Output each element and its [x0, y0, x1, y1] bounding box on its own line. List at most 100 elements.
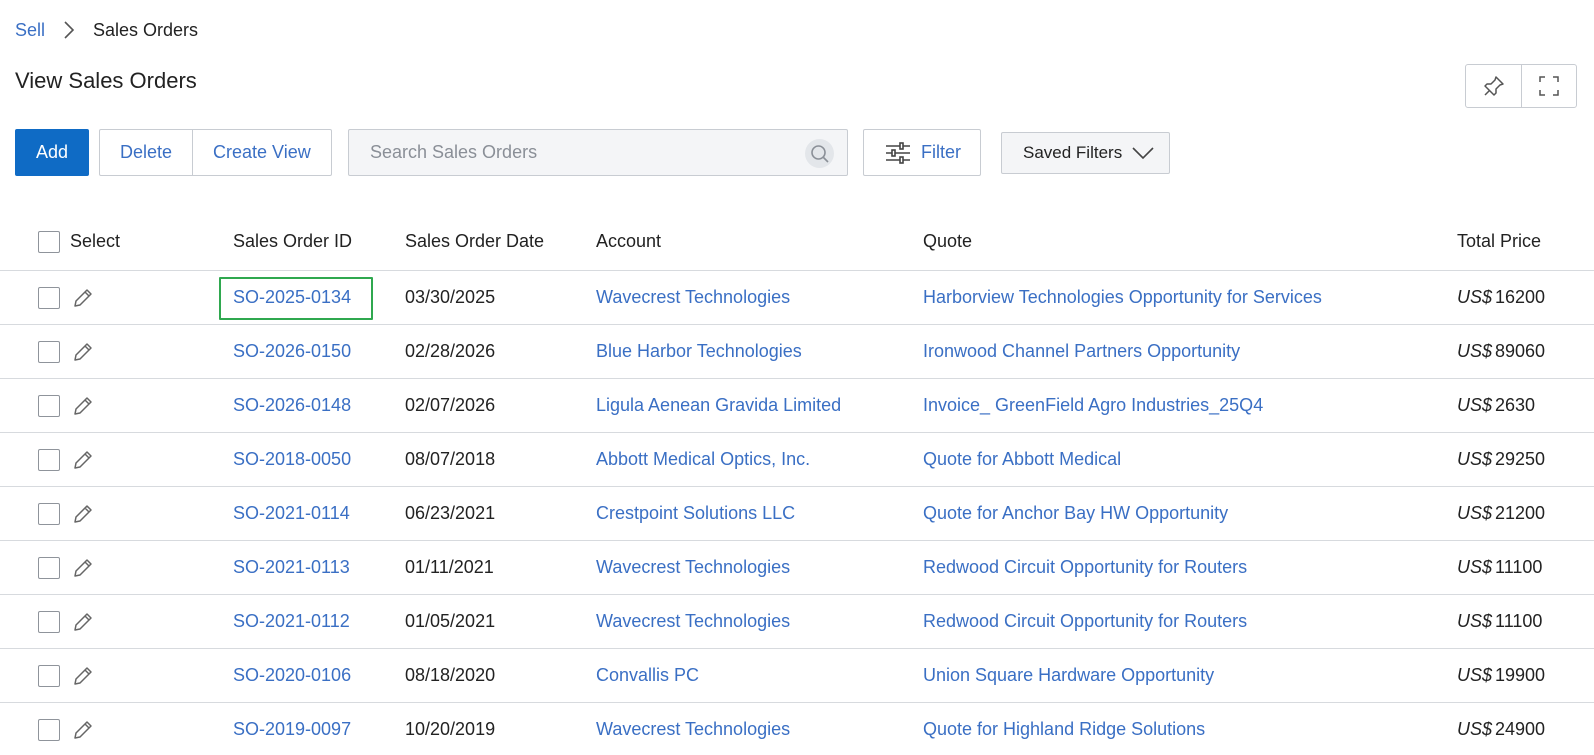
search-input[interactable] [349, 130, 789, 175]
price-value: 11100 [1495, 611, 1543, 631]
quote-link[interactable]: Union Square Hardware Opportunity [923, 649, 1214, 702]
header-total-price[interactable]: Total Price [1457, 213, 1541, 270]
sales-order-date: 08/07/2018 [405, 449, 496, 469]
breadcrumb-current: Sales Orders [93, 19, 199, 40]
account-link[interactable]: Blue Harbor Technologies [596, 325, 802, 378]
row-checkbox[interactable] [38, 718, 60, 741]
create-view-button[interactable]: Create View [192, 130, 331, 175]
pencil-icon [74, 396, 92, 415]
sales-order-date: 03/30/2025 [405, 287, 496, 307]
account-link[interactable]: Ligula Aenean Gravida Limited [596, 379, 841, 432]
quote-link[interactable]: Invoice_ GreenField Agro Industries_25Q4 [923, 379, 1263, 432]
select-all-checkbox[interactable] [38, 230, 60, 253]
table-row: SO-2019-0097 10/20/2019 Wavecrest Technolo… [0, 703, 1594, 755]
currency-prefix: US$ [1457, 611, 1493, 631]
quote-link[interactable]: Redwood Circuit Opportunity for Routers [923, 541, 1247, 594]
breadcrumb-sell-link[interactable]: Sell [15, 20, 45, 41]
row-checkbox[interactable] [38, 556, 60, 579]
price-value: 24900 [1495, 719, 1546, 739]
table-row: SO-2018-0050 08/07/2018 Abbott Medical Opt… [0, 433, 1594, 487]
pin-icon [1483, 76, 1504, 96]
sales-order-id-link[interactable]: SO-2021-0112 [233, 595, 350, 648]
edit-button[interactable] [72, 503, 94, 525]
row-select-cell [38, 649, 94, 702]
sales-order-date: 02/28/2026 [405, 341, 496, 361]
delete-button[interactable]: Delete [100, 130, 192, 175]
fullscreen-icon [1539, 76, 1559, 96]
table-row: SO-2021-0114 06/23/2021 Crestpoint Solutio… [0, 487, 1594, 541]
header-select: Select [70, 231, 121, 251]
breadcrumb: Sell Sales Orders [15, 18, 198, 42]
view-controls [1465, 64, 1577, 108]
account-link[interactable]: Wavecrest Technologies [596, 703, 790, 755]
pencil-icon [74, 288, 92, 307]
currency-prefix: US$ [1457, 449, 1493, 469]
sales-order-date: 10/20/2019 [405, 719, 496, 739]
sales-order-id-link[interactable]: SO-2021-0113 [233, 541, 350, 594]
pencil-icon [74, 666, 92, 685]
search-box [348, 129, 848, 176]
row-checkbox[interactable] [38, 394, 60, 417]
quote-link[interactable]: Ironwood Channel Partners Opportunity [923, 325, 1240, 378]
row-select-cell [38, 703, 94, 755]
sales-order-id-link[interactable]: SO-2018-0050 [233, 433, 351, 486]
total-price: US$ 19900 [1457, 649, 1545, 702]
sales-order-id-link[interactable]: SO-2019-0097 [233, 703, 351, 755]
filter-button[interactable]: Filter [863, 129, 981, 176]
total-price: US$ 29250 [1457, 433, 1545, 486]
header-account[interactable]: Account [596, 213, 661, 270]
sales-order-date: 02/07/2026 [405, 395, 496, 415]
quote-link[interactable]: Harborview Technologies Opportunity for … [923, 271, 1322, 324]
row-checkbox[interactable] [38, 340, 60, 363]
quote-link[interactable]: Quote for Abbott Medical [923, 433, 1121, 486]
sales-order-id-link[interactable]: SO-2026-0148 [233, 379, 351, 432]
edit-button[interactable] [72, 557, 94, 579]
sales-order-id-link[interactable]: SO-2026-0150 [233, 325, 351, 378]
edit-button[interactable] [72, 287, 94, 309]
saved-filters-dropdown[interactable]: Saved Filters [1001, 132, 1170, 174]
edit-button[interactable] [72, 449, 94, 471]
edit-button[interactable] [72, 611, 94, 633]
price-value: 29250 [1495, 449, 1546, 469]
pencil-icon [74, 720, 92, 739]
header-sales-order-date[interactable]: Sales Order Date [405, 213, 544, 270]
quote-link[interactable]: Quote for Highland Ridge Solutions [923, 703, 1205, 755]
quote-link[interactable]: Redwood Circuit Opportunity for Routers [923, 595, 1247, 648]
page-title: View Sales Orders [15, 68, 197, 93]
fullscreen-button[interactable] [1521, 65, 1576, 107]
pin-button[interactable] [1466, 65, 1521, 107]
edit-button[interactable] [72, 719, 94, 741]
account-link[interactable]: Abbott Medical Optics, Inc. [596, 433, 810, 486]
sales-order-id-link[interactable]: SO-2021-0114 [233, 487, 350, 540]
row-checkbox[interactable] [38, 286, 60, 309]
account-link[interactable]: Crestpoint Solutions LLC [596, 487, 795, 540]
chevron-down-icon [1132, 146, 1154, 160]
header-sales-order-id[interactable]: Sales Order ID [233, 213, 352, 270]
account-link[interactable]: Wavecrest Technologies [596, 541, 790, 594]
row-checkbox[interactable] [38, 502, 60, 525]
edit-button[interactable] [72, 341, 94, 363]
header-quote[interactable]: Quote [923, 213, 972, 270]
total-price: US$ 16200 [1457, 271, 1545, 324]
row-select-cell [38, 379, 94, 432]
account-link[interactable]: Wavecrest Technologies [596, 595, 790, 648]
total-price: US$ 2630 [1457, 379, 1535, 432]
sales-order-id-link[interactable]: SO-2020-0106 [233, 649, 351, 702]
table-row: SO-2021-0113 01/11/2021 Wavecrest Technolo… [0, 541, 1594, 595]
pencil-icon [74, 504, 92, 523]
row-checkbox[interactable] [38, 448, 60, 471]
quote-link[interactable]: Quote for Anchor Bay HW Opportunity [923, 487, 1228, 540]
row-checkbox[interactable] [38, 610, 60, 633]
account-link[interactable]: Convallis PC [596, 649, 699, 702]
sales-order-id-link[interactable]: SO-2025-0134 [233, 271, 351, 324]
row-select-cell [38, 595, 94, 648]
row-checkbox[interactable] [38, 664, 60, 687]
currency-prefix: US$ [1457, 665, 1493, 685]
edit-button[interactable] [72, 665, 94, 687]
search-button[interactable] [805, 139, 834, 168]
account-link[interactable]: Wavecrest Technologies [596, 271, 790, 324]
table-row: SO-2021-0112 01/05/2021 Wavecrest Technolo… [0, 595, 1594, 649]
add-button[interactable]: Add [15, 129, 89, 176]
edit-button[interactable] [72, 395, 94, 417]
chevron-right-icon [63, 21, 75, 39]
